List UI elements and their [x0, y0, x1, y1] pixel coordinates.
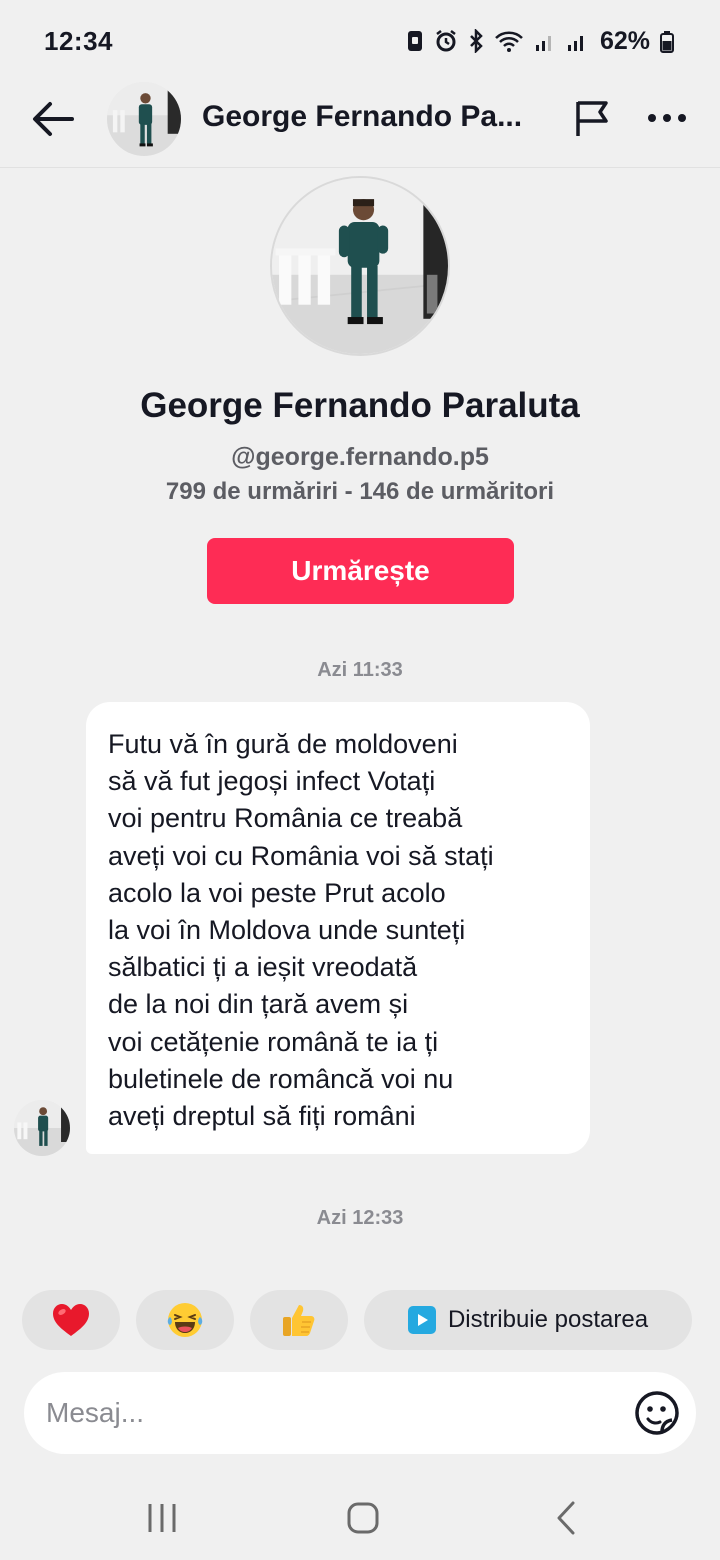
status-time: 12:34: [44, 25, 113, 56]
share-post-button[interactable]: Distribuie postarea: [364, 1290, 692, 1350]
chevron-left-icon: [557, 1501, 575, 1535]
chat-header: George Fernando Pa...: [0, 82, 720, 168]
message-sender-avatar[interactable]: [14, 1100, 70, 1156]
bluetooth-icon: [468, 29, 484, 53]
battery-icon: [660, 29, 674, 53]
flag-icon: [576, 101, 608, 136]
message-text: Futu vă în gură de moldoveni să vă fut j…: [108, 729, 494, 1132]
home-icon: [347, 1502, 379, 1534]
profile-name: George Fernando Paraluta: [140, 386, 580, 425]
battery-percent: 62%: [599, 26, 650, 55]
laugh-reaction-button[interactable]: [136, 1290, 234, 1350]
profile-avatar[interactable]: [270, 176, 450, 356]
more-icon: [648, 114, 686, 122]
home-button[interactable]: [333, 1496, 393, 1540]
message-input[interactable]: [46, 1388, 606, 1438]
signal-icon: [566, 29, 588, 53]
profile-stats: 799 de urmăriri - 146 de urmăritori: [165, 478, 555, 505]
back-button[interactable]: [30, 96, 76, 142]
more-button[interactable]: [642, 94, 692, 142]
heart-icon: [53, 1304, 89, 1336]
system-nav-bar: [0, 1480, 720, 1560]
laughing-tears-icon: [167, 1303, 203, 1337]
recents-icon: [148, 1504, 176, 1532]
wifi-icon: [494, 29, 524, 53]
heart-reaction-button[interactable]: [22, 1290, 120, 1350]
report-button[interactable]: [568, 94, 616, 142]
status-bar: 12:34 62%: [0, 0, 720, 82]
play-icon: [407, 1306, 436, 1334]
quick-replies: Distribuie postarea: [22, 1290, 692, 1350]
back-arrow-icon: [33, 102, 74, 136]
message-bubble[interactable]: Futu vă în gură de moldoveni să vă fut j…: [86, 702, 590, 1154]
message-timestamp: Azi 12:33: [316, 1207, 404, 1229]
signal-icon: [534, 29, 556, 53]
thumbs-up-reaction-button[interactable]: [250, 1290, 348, 1350]
share-post-label: Distribuie postarea: [447, 1306, 649, 1333]
recents-button[interactable]: [132, 1496, 192, 1540]
sticker-button[interactable]: [632, 1388, 682, 1438]
follow-button[interactable]: Urmărește: [207, 538, 514, 604]
header-name[interactable]: George Fernando Pa...: [202, 100, 548, 134]
emoji-sticker-icon: [635, 1391, 679, 1435]
alarm-icon: [434, 29, 458, 53]
message-composer: [24, 1372, 696, 1454]
notification-icon: [406, 29, 424, 53]
status-icons: 62%: [406, 27, 674, 56]
message-timestamp: Azi 11:33: [317, 659, 403, 681]
profile-handle: @george.fernando.p5: [231, 443, 489, 471]
back-nav-button[interactable]: [536, 1496, 596, 1540]
header-avatar[interactable]: [107, 82, 181, 156]
thumbs-up-icon: [283, 1305, 315, 1336]
